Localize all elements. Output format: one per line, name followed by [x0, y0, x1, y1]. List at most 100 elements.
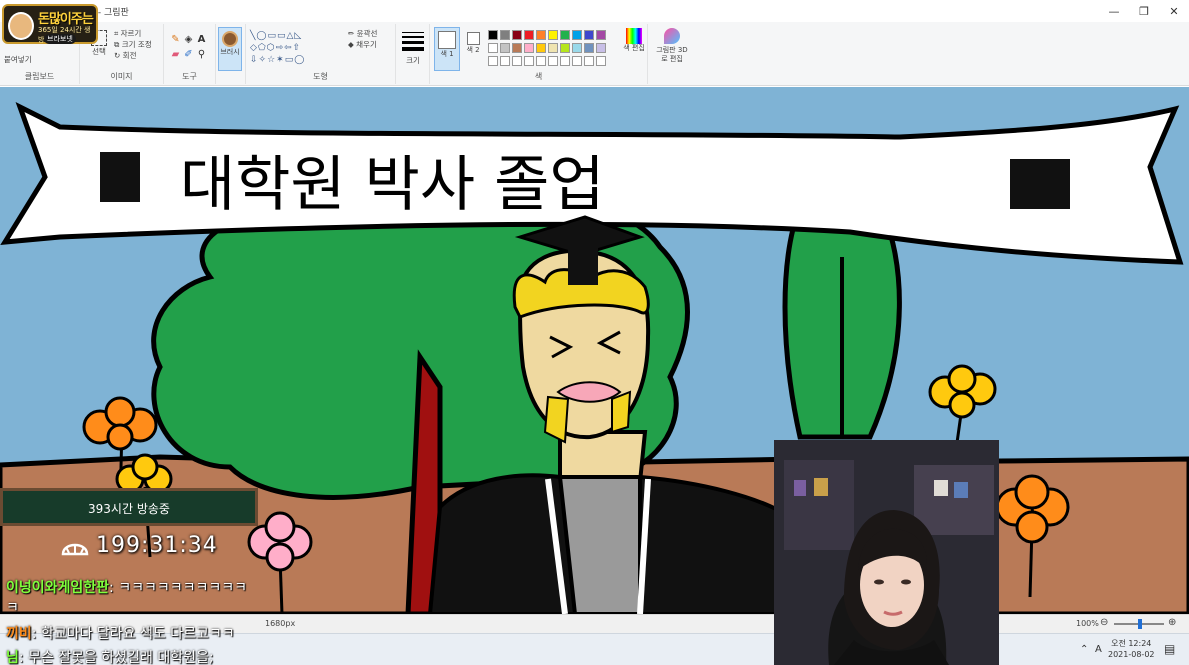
palette-swatch-empty[interactable]	[488, 56, 498, 66]
palette-swatch-empty[interactable]	[500, 56, 510, 66]
outline-label: 윤곽선	[356, 29, 378, 38]
palette-swatch[interactable]	[584, 30, 594, 40]
pencil-icon[interactable]: ✎	[170, 34, 181, 45]
input-language[interactable]: A	[1095, 644, 1102, 655]
brush-icon	[222, 31, 238, 47]
crop-button[interactable]: ⌗ 자르기	[114, 28, 152, 39]
palette-swatch[interactable]	[548, 43, 558, 53]
countdown-timer: 199:31:34	[60, 530, 218, 560]
fill-label: 채우기	[356, 40, 377, 49]
color1-button[interactable]: 색 1	[434, 27, 460, 71]
clock-date: 2021-08-02	[1108, 650, 1155, 659]
broadcast-hours-label: 393시간 방송중	[88, 502, 170, 516]
chat-text: 학교마다 달라요 색도 다르고ㅋㅋ	[40, 626, 235, 642]
size-button[interactable]: 크기	[402, 32, 424, 66]
palette-swatch[interactable]	[572, 30, 582, 40]
shapes-group: ╲◯▭▭△◺ ◇⬠⬡⇨⇦⇧ ⇩✧☆✶▭◯ ✏ 윤곽선 ◆ 채우기 도형	[246, 24, 396, 84]
resize-button[interactable]: ⧉ 크기 조정	[114, 39, 152, 50]
palette-swatch[interactable]	[500, 43, 510, 53]
brushes-label: 브러시	[220, 48, 240, 56]
zoom-slider-thumb[interactable]	[1138, 619, 1142, 629]
censor-block-left	[100, 152, 140, 202]
palette-swatch[interactable]	[488, 30, 498, 40]
zoom-out-button[interactable]: ⊖	[1100, 617, 1108, 628]
paint3d-button[interactable]: 그림판 3D로 편집	[654, 28, 690, 64]
chat-text: ㅋ	[6, 600, 19, 616]
chat-text: 무슨 잘못을 하셨길래 대학원을;	[28, 650, 214, 665]
color1-label: 색 1	[440, 50, 454, 58]
zoom-slider[interactable]	[1114, 619, 1164, 629]
palette-swatch-empty[interactable]	[548, 56, 558, 66]
palette-swatch[interactable]	[524, 43, 534, 53]
palette-swatch-empty[interactable]	[512, 56, 522, 66]
palette-swatch[interactable]	[512, 30, 522, 40]
chat-message: ㅋ	[6, 597, 19, 617]
palette-swatch[interactable]	[596, 43, 606, 53]
maximize-button[interactable]: ❐	[1129, 0, 1159, 22]
banner-text: 대학원 박사 졸업	[180, 150, 605, 220]
eraser-icon[interactable]: ▰	[170, 49, 181, 60]
outline-button[interactable]: ✏ 윤곽선	[348, 28, 377, 39]
paste-button[interactable]: 붙여넣기	[4, 54, 32, 65]
palette-swatch[interactable]	[560, 43, 570, 53]
palette-swatch[interactable]	[560, 30, 570, 40]
palette-swatch[interactable]	[488, 43, 498, 53]
size-line	[402, 41, 424, 44]
size-lines-icon	[402, 32, 424, 33]
palette-swatch[interactable]	[536, 30, 546, 40]
palette-swatch-empty[interactable]	[536, 56, 546, 66]
palette-swatch[interactable]	[548, 30, 558, 40]
palette-swatch[interactable]	[512, 43, 522, 53]
text-icon[interactable]: A	[196, 34, 207, 45]
clipboard-group-label: 클립보드	[24, 72, 55, 81]
title-bar: 제목 없음 - 그림판 — ❐ ✕	[0, 0, 1189, 22]
tools-group: ✎ ◈ A ▰ ✐ ⚲ 도구	[164, 24, 216, 84]
brushes-button[interactable]: 브러시	[218, 27, 242, 71]
rotate-button[interactable]: ↻ 회전	[114, 50, 152, 61]
palette-swatch[interactable]	[584, 43, 594, 53]
palette-swatch[interactable]	[524, 30, 534, 40]
shapes-gallery[interactable]: ╲◯▭▭△◺ ◇⬠⬡⇨⇦⇧ ⇩✧☆✶▭◯	[250, 30, 342, 66]
paste-label: 붙여넣기	[4, 55, 32, 64]
fill-bucket-icon[interactable]: ◈	[183, 34, 194, 45]
zoom-in-button[interactable]: ⊕	[1168, 617, 1176, 628]
palette-swatch-empty[interactable]	[560, 56, 570, 66]
paint-app-window: 제목 없음 - 그림판 — ❐ ✕ 붙여넣기 클립보드 선택 ⌗ 자르기 ⧉ 크…	[0, 0, 1189, 665]
rotate-icon: ↻	[114, 51, 123, 60]
fill-button[interactable]: ◆ 채우기	[348, 39, 377, 50]
fill-icon: ◆	[348, 40, 357, 49]
color2-button[interactable]: 색 2	[464, 32, 482, 70]
timer-value: 199:31:34	[96, 532, 218, 558]
edit-colors-button[interactable]: 색 편집	[622, 28, 646, 70]
palette-swatch[interactable]	[536, 43, 546, 53]
tray-clock[interactable]: 오전 12:24 2021-08-02	[1108, 638, 1155, 660]
alarm-clock-icon	[61, 543, 89, 556]
color2-label: 색 2	[466, 46, 480, 54]
webcam-overlay	[774, 440, 999, 665]
close-button[interactable]: ✕	[1159, 0, 1189, 22]
palette-swatch-empty[interactable]	[596, 56, 606, 66]
palette-swatch[interactable]	[596, 30, 606, 40]
person-neck	[558, 430, 648, 484]
color1-swatch	[438, 31, 456, 49]
crop-icon: ⌗	[114, 29, 121, 38]
colors-group-label: 색	[534, 72, 543, 81]
palette-swatch[interactable]	[572, 43, 582, 53]
magnifier-icon[interactable]: ⚲	[196, 49, 207, 60]
shapes-group-label: 도형	[313, 72, 328, 81]
palette-swatch-empty[interactable]	[524, 56, 534, 66]
palette-swatch-empty[interactable]	[584, 56, 594, 66]
tools-group-label: 도구	[182, 72, 197, 81]
notification-icon[interactable]: ▤	[1164, 642, 1175, 656]
minimize-button[interactable]: —	[1099, 0, 1129, 22]
chat-message: 님: 무슨 잘못을 하셨길래 대학원을;	[6, 647, 214, 665]
stream-logo: 돈많이주는 365일 24시간 생방송 브라보넷	[2, 4, 98, 44]
color-picker-icon[interactable]: ✐	[183, 49, 194, 60]
palette-swatch-empty[interactable]	[572, 56, 582, 66]
palette-swatch[interactable]	[500, 30, 510, 40]
paint3d-group: 그림판 3D로 편집	[648, 24, 694, 84]
tray-chevron-icon[interactable]: ⌃	[1080, 644, 1088, 655]
logo-badge: 브라보넷	[44, 34, 76, 44]
streamer-avatar-icon	[8, 12, 34, 40]
chat-separator: :	[18, 650, 29, 665]
